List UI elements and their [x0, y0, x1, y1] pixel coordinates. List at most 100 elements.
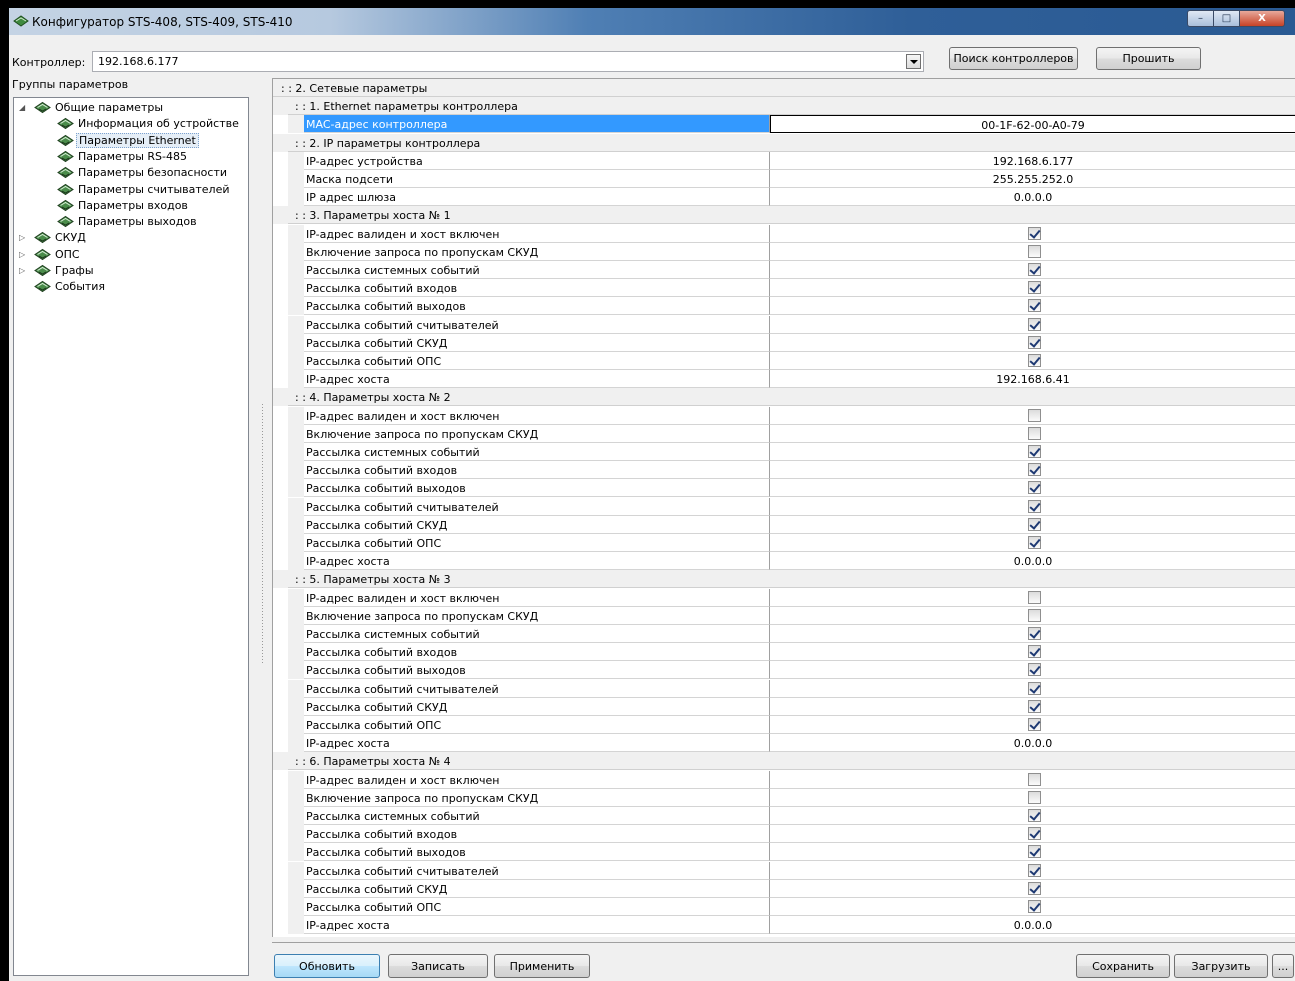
checkbox[interactable] — [1028, 317, 1041, 331]
property-row[interactable]: Включение запроса по пропускам СКУД — [273, 788, 1295, 807]
checkbox[interactable] — [1028, 863, 1041, 877]
property-name[interactable]: Рассылка системных событий — [304, 443, 770, 461]
property-value[interactable] — [770, 789, 1295, 807]
property-value[interactable] — [770, 443, 1295, 461]
property-value[interactable] — [770, 279, 1295, 298]
close-button[interactable]: X — [1240, 10, 1285, 27]
checkbox[interactable] — [1028, 772, 1041, 786]
property-name[interactable]: Рассылка событий считывателей — [304, 315, 770, 334]
property-value[interactable] — [770, 698, 1295, 716]
property-name[interactable]: IP адрес шлюза — [304, 188, 770, 207]
expand-arrow-icon[interactable]: ▷ — [19, 266, 25, 275]
category-row[interactable]: : : 6. Параметры хоста № 4 — [273, 752, 1295, 771]
property-row[interactable]: Рассылка событий ОПС — [273, 898, 1295, 916]
property-value[interactable] — [770, 589, 1295, 607]
property-value[interactable] — [770, 479, 1295, 498]
property-row[interactable]: Рассылка системных событий — [273, 807, 1295, 825]
property-row[interactable]: Включение запроса по пропускам СКУД — [273, 606, 1295, 625]
checkbox[interactable] — [1028, 263, 1041, 276]
property-value[interactable] — [770, 425, 1295, 443]
property-name[interactable]: Включение запроса по пропускам СКУД — [304, 606, 770, 625]
checkbox[interactable] — [1028, 718, 1041, 731]
flash-button[interactable]: Прошить — [1096, 47, 1201, 70]
property-value[interactable] — [770, 716, 1295, 734]
property-row[interactable]: Рассылка событий входов — [273, 643, 1295, 662]
category-row[interactable]: : : 4. Параметры хоста № 2 — [273, 388, 1295, 407]
property-name[interactable]: Рассылка событий ОПС — [304, 898, 770, 916]
property-row[interactable]: Рассылка событий ОПС — [273, 716, 1295, 734]
property-name[interactable]: Рассылка событий входов — [304, 643, 770, 662]
title-bar[interactable]: Конфигуратор STS-408, STS-409, STS-410 –… — [9, 8, 1295, 35]
property-row[interactable]: Включение запроса по пропускам СКУД — [273, 242, 1295, 261]
property-name[interactable]: Рассылка событий СКУД — [304, 697, 770, 716]
property-value[interactable] — [770, 498, 1295, 516]
property-name[interactable]: Рассылка событий выходов — [304, 479, 770, 498]
property-name[interactable]: Рассылка событий ОПС — [304, 716, 770, 734]
property-name[interactable]: IP-адрес хоста — [304, 370, 770, 389]
checkbox[interactable] — [1028, 699, 1041, 713]
checkbox[interactable] — [1028, 354, 1041, 367]
property-row[interactable]: Рассылка системных событий — [273, 625, 1295, 643]
property-name[interactable]: MAC-адрес контроллера — [304, 115, 770, 134]
property-row[interactable]: IP-адрес валиден и хост включен — [273, 224, 1295, 243]
apply-button[interactable]: Применить — [494, 954, 590, 978]
property-row[interactable]: Рассылка событий ОПС — [273, 534, 1295, 552]
checkbox[interactable] — [1028, 827, 1041, 841]
property-row[interactable]: IP-адрес хоста 192.168.6.41 — [273, 370, 1295, 389]
property-name[interactable]: IP-адрес хоста — [304, 734, 770, 753]
checkbox[interactable] — [1028, 281, 1041, 295]
property-name[interactable]: Рассылка событий ОПС — [304, 352, 770, 370]
category-row[interactable]: : : 5. Параметры хоста № 3 — [273, 570, 1295, 589]
property-row[interactable]: Рассылка событий СКУД — [273, 697, 1295, 716]
checkbox[interactable] — [1028, 681, 1041, 695]
property-row[interactable]: IP-адрес устройства 192.168.6.177 — [273, 151, 1295, 170]
property-row[interactable]: Рассылка событий СКУД — [273, 515, 1295, 534]
property-name[interactable]: Включение запроса по пропускам СКУД — [304, 242, 770, 261]
property-row[interactable]: Рассылка событий считывателей — [273, 497, 1295, 516]
property-name[interactable]: Рассылка событий входов — [304, 825, 770, 844]
maximize-button[interactable]: □ — [1214, 10, 1240, 27]
groups-tree[interactable]: ◢ Общие параметры Информация об устройстве… — [13, 97, 249, 976]
property-row[interactable]: IP-адрес хоста 0.0.0.0 — [273, 552, 1295, 571]
property-row[interactable]: Рассылка системных событий — [273, 443, 1295, 461]
property-row[interactable]: Рассылка событий считывателей — [273, 861, 1295, 880]
checkbox[interactable] — [1028, 463, 1041, 477]
property-name[interactable]: IP-адрес хоста — [304, 552, 770, 571]
property-row[interactable]: Включение запроса по пропускам СКУД — [273, 424, 1295, 443]
property-value[interactable] — [770, 607, 1295, 625]
property-value[interactable]: 0.0.0.0 — [770, 916, 1295, 935]
property-value[interactable] — [770, 407, 1295, 425]
checkbox[interactable] — [1028, 645, 1041, 659]
property-value[interactable] — [770, 843, 1295, 862]
property-row[interactable]: Рассылка событий считывателей — [273, 315, 1295, 334]
property-row[interactable]: IP-адрес хоста 0.0.0.0 — [273, 734, 1295, 753]
property-value[interactable] — [770, 225, 1295, 243]
property-name[interactable]: Рассылка событий СКУД — [304, 515, 770, 534]
property-value[interactable] — [770, 352, 1295, 370]
property-value[interactable] — [770, 534, 1295, 552]
expand-arrow-icon[interactable]: ▷ — [19, 233, 25, 242]
checkbox[interactable] — [1028, 226, 1041, 240]
property-value[interactable] — [770, 297, 1295, 316]
more-button[interactable]: ... — [1272, 954, 1294, 978]
property-name[interactable]: IP-адрес валиден и хост включен — [304, 770, 770, 789]
property-row[interactable]: Рассылка системных событий — [273, 261, 1295, 279]
property-name[interactable]: Рассылка событий входов — [304, 461, 770, 480]
property-name[interactable]: Рассылка событий считывателей — [304, 861, 770, 880]
property-row[interactable]: Рассылка событий СКУД — [273, 333, 1295, 352]
property-row[interactable]: MAC-адрес контроллера 00-1F-62-00-A0-79 — [273, 115, 1295, 134]
checkbox[interactable] — [1028, 481, 1041, 495]
checkbox[interactable] — [1028, 809, 1041, 822]
property-value[interactable] — [770, 862, 1295, 880]
property-name[interactable]: IP-адрес хоста — [304, 916, 770, 935]
checkbox[interactable] — [1028, 408, 1041, 422]
property-name[interactable]: Рассылка событий выходов — [304, 843, 770, 862]
property-row[interactable]: Рассылка событий выходов — [273, 479, 1295, 498]
property-row[interactable]: Рассылка событий выходов — [273, 661, 1295, 680]
checkbox[interactable] — [1028, 445, 1041, 458]
property-row[interactable]: Рассылка событий входов — [273, 279, 1295, 298]
property-name[interactable]: Рассылка событий считывателей — [304, 679, 770, 698]
checkbox[interactable] — [1028, 499, 1041, 513]
checkbox[interactable] — [1028, 627, 1041, 640]
property-value[interactable] — [770, 680, 1295, 698]
